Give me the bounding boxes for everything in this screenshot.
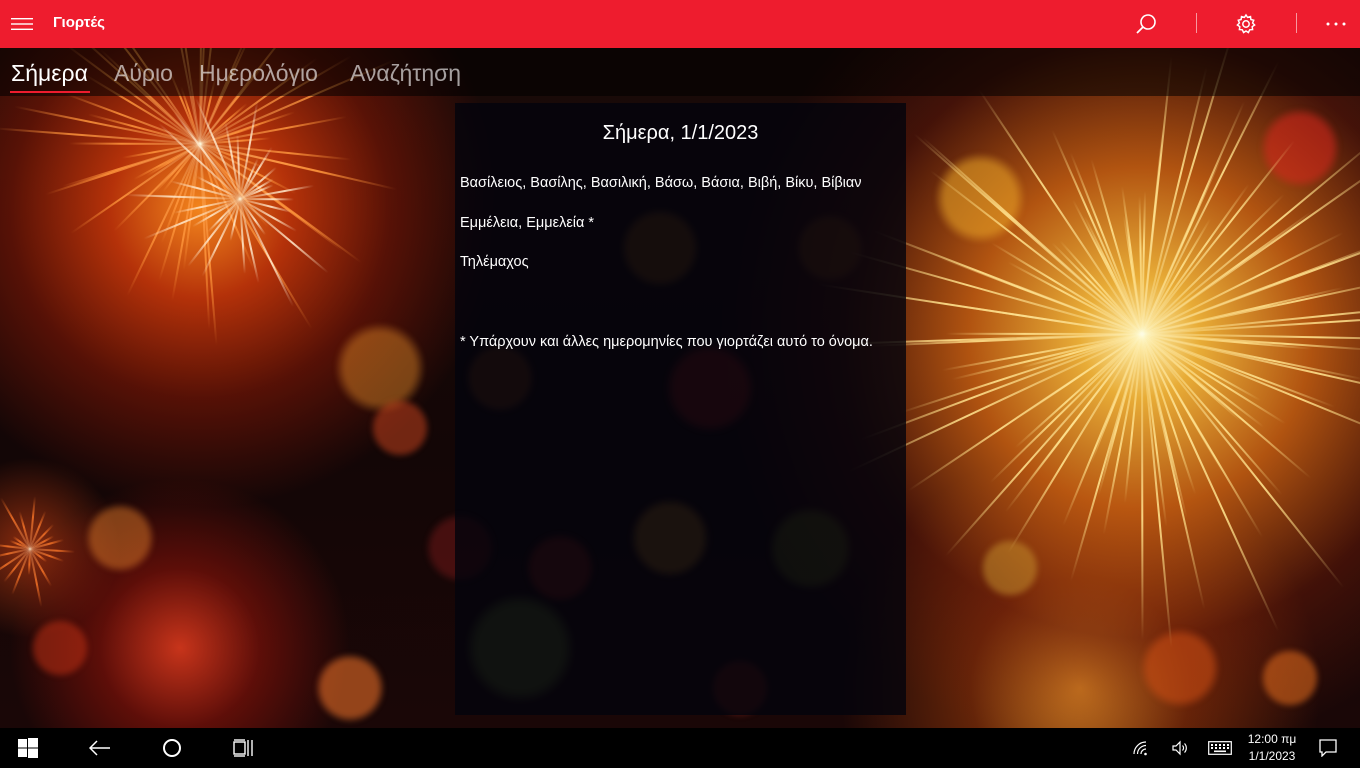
back-arrow-icon xyxy=(89,740,110,756)
hamburger-icon xyxy=(11,18,33,30)
firework-spark xyxy=(1141,333,1263,538)
bokeh-light xyxy=(1260,108,1340,188)
hamburger-menu-button[interactable] xyxy=(0,0,44,48)
more-button[interactable] xyxy=(1312,0,1360,48)
name-list-item: Εμμέλεια, Εμμελεία * xyxy=(460,215,595,231)
windows-logo-icon xyxy=(18,738,38,758)
settings-button[interactable] xyxy=(1222,0,1270,48)
bokeh-light xyxy=(85,503,155,573)
name-list-item: Βασίλειος, Βασίλης, Βασιλική, Βάσω, Βάσι… xyxy=(460,175,862,191)
bokeh-light xyxy=(370,398,430,458)
search-icon xyxy=(1136,14,1156,34)
action-center-button[interactable] xyxy=(1304,728,1352,768)
bokeh-light xyxy=(935,153,1025,243)
speaker-icon xyxy=(1172,740,1187,756)
keyboard-icon xyxy=(1208,741,1232,755)
bokeh-light xyxy=(30,618,90,678)
tab-today[interactable]: Σήμερα xyxy=(11,60,88,87)
task-view-icon xyxy=(233,739,253,757)
title-bar: Γιορτές xyxy=(0,0,1360,48)
page-title: Σήμερα, 1/1/2023 xyxy=(602,122,759,144)
back-button[interactable] xyxy=(76,728,124,768)
task-view-button[interactable] xyxy=(220,728,268,768)
toolbar-separator xyxy=(1296,13,1297,33)
firework-spark xyxy=(1141,333,1144,640)
name-list-item: Τηλέμαχος xyxy=(460,254,529,270)
cortana-button[interactable] xyxy=(148,728,196,768)
settings-icon xyxy=(1236,13,1256,34)
bokeh-light xyxy=(1140,628,1220,708)
pivot-tabs: Σήμερα Αύριο Ημερολόγιο Αναζήτηση xyxy=(0,48,1360,96)
tab-calendar[interactable]: Ημερολόγιο xyxy=(199,60,318,87)
firework-spark xyxy=(946,332,1143,335)
app-title: Γιορτές xyxy=(53,14,105,31)
bokeh-light xyxy=(315,653,385,723)
search-button[interactable] xyxy=(1122,0,1170,48)
system-clock[interactable]: 12:00 πμ 1/1/2023 xyxy=(1236,731,1308,765)
taskbar: 12:00 πμ 1/1/2023 xyxy=(0,728,1360,768)
toolbar-separator xyxy=(1196,13,1197,33)
more-icon xyxy=(1326,22,1346,26)
tab-tomorrow[interactable]: Αύριο xyxy=(114,60,173,87)
clock-date: 1/1/2023 xyxy=(1248,749,1296,763)
tab-search[interactable]: Αναζήτηση xyxy=(350,60,461,87)
cortana-circle-icon xyxy=(163,739,181,757)
wifi-icon xyxy=(1133,741,1147,756)
start-button[interactable] xyxy=(4,728,52,768)
notification-icon xyxy=(1319,739,1337,757)
footnote: * Υπάρχουν και άλλες ημερομηνίες που γιο… xyxy=(460,334,873,350)
content-panel: Σήμερα, 1/1/2023 Βασίλειος, Βασίλης, Βασ… xyxy=(455,103,906,715)
active-tab-indicator xyxy=(10,91,90,93)
clock-time: 12:00 πμ xyxy=(1247,732,1297,746)
bokeh-light xyxy=(1260,648,1320,708)
